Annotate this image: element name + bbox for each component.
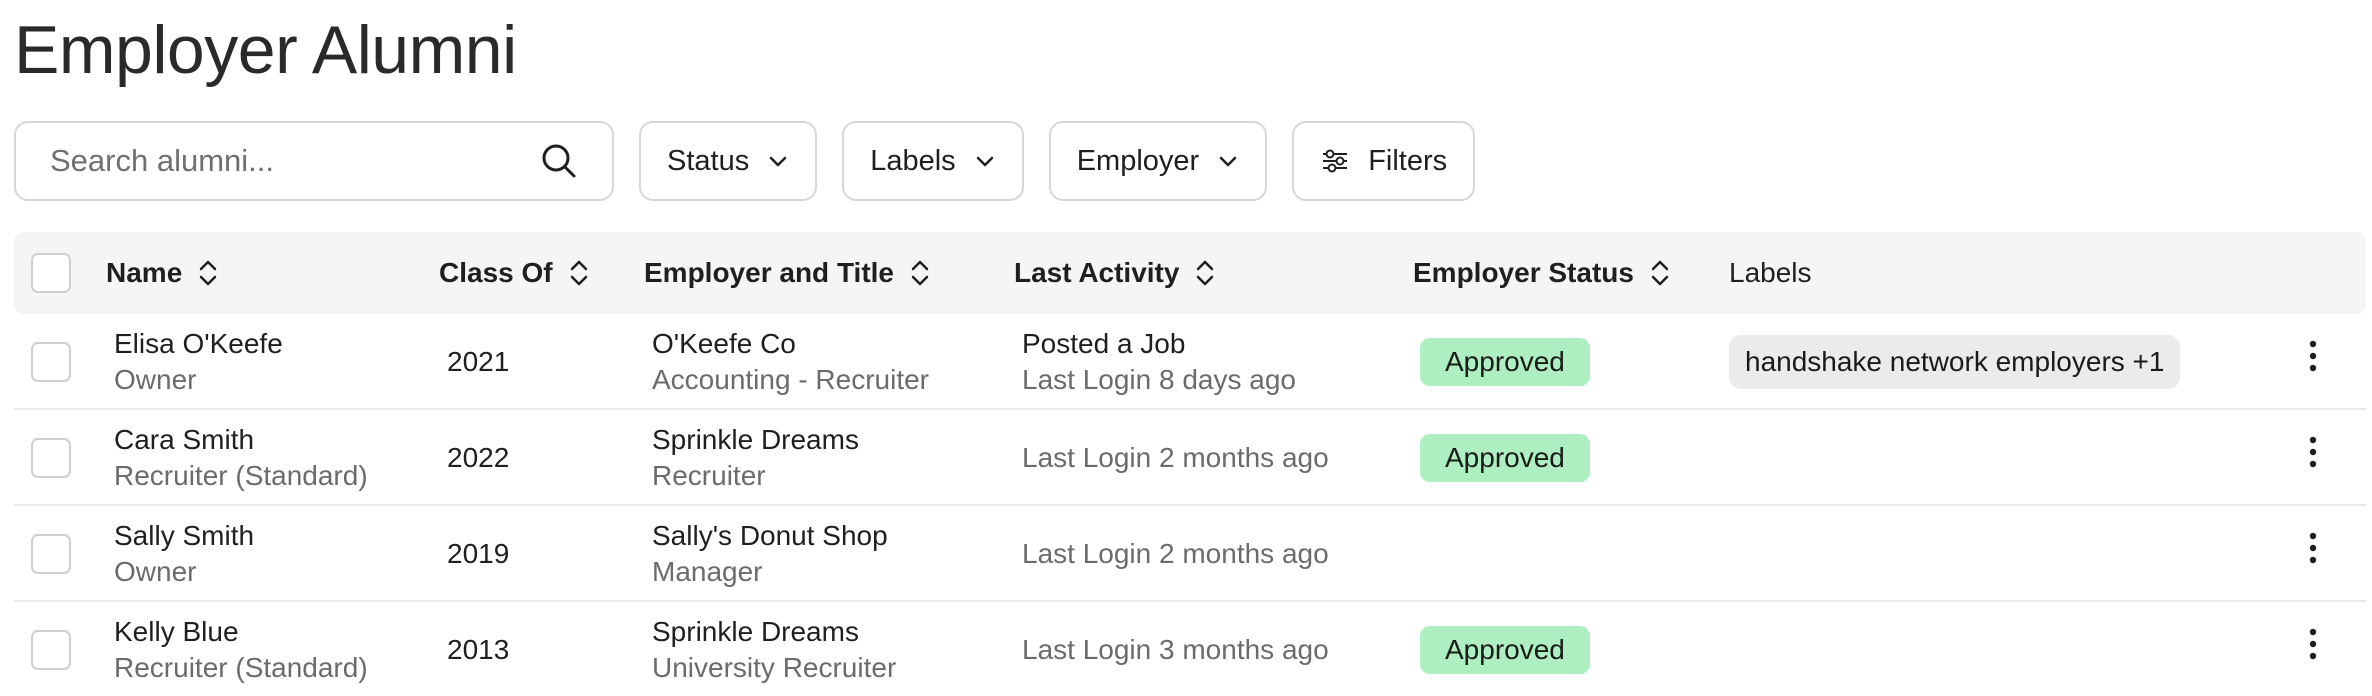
alumni-name[interactable]: Elisa O'Keefe bbox=[114, 326, 283, 362]
last-activity-cell: Last Login 3 months ago bbox=[1022, 634, 1329, 665]
name-cell: Elisa O'Keefe Owner bbox=[114, 326, 283, 398]
alumni-name[interactable]: Cara Smith bbox=[114, 422, 368, 458]
more-vertical-icon[interactable] bbox=[2297, 340, 2329, 384]
job-title: Accounting - Recruiter bbox=[652, 364, 930, 395]
activity-secondary: Last Login 8 days ago bbox=[1022, 364, 1296, 395]
employer-title-cell: O'Keefe Co Accounting - Recruiter bbox=[652, 326, 929, 398]
alumni-name[interactable]: Sally Smith bbox=[114, 518, 254, 554]
job-title: Manager bbox=[652, 556, 763, 587]
alumni-role: Owner bbox=[114, 364, 197, 395]
job-title: Recruiter bbox=[652, 460, 766, 491]
employer-filter-button[interactable]: Employer bbox=[1048, 121, 1268, 201]
status-badge: Approved bbox=[1420, 338, 1590, 386]
alumni-role: Owner bbox=[114, 556, 197, 587]
column-header-label: Labels bbox=[1729, 257, 1812, 288]
alumni-name[interactable]: Kelly Blue bbox=[114, 614, 368, 650]
name-cell: Kelly Blue Recruiter (Standard) bbox=[114, 614, 368, 686]
column-header-label: Employer Status bbox=[1413, 257, 1634, 288]
employer-name: Sprinkle Dreams bbox=[652, 424, 859, 455]
status-filter-label: Status bbox=[667, 144, 750, 177]
column-header-name[interactable]: Name bbox=[106, 232, 220, 314]
sort-icon[interactable] bbox=[908, 257, 932, 289]
search-box[interactable] bbox=[14, 121, 614, 201]
job-title: University Recruiter bbox=[652, 652, 897, 683]
filters-button-label: Filters bbox=[1368, 144, 1448, 177]
class-of-cell: 2022 bbox=[447, 442, 510, 473]
column-header-employer-status[interactable]: Employer Status bbox=[1413, 232, 1672, 314]
employer-title-cell: Sally's Donut Shop Manager bbox=[652, 518, 888, 590]
alumni-table: Name Class Of Employer and Title Last Ac… bbox=[14, 232, 2366, 696]
sort-icon[interactable] bbox=[1193, 257, 1217, 289]
toolbar: Status Labels Employer Filters bbox=[14, 121, 1476, 201]
status-badge: Approved bbox=[1420, 626, 1590, 674]
column-header-label: Employer and Title bbox=[644, 257, 894, 288]
name-cell: Cara Smith Recruiter (Standard) bbox=[114, 422, 368, 494]
select-all-checkbox[interactable] bbox=[31, 253, 71, 293]
table-header: Name Class Of Employer and Title Last Ac… bbox=[14, 232, 2366, 314]
employer-alumni-page: Employer Alumni Status Labels Employer F… bbox=[0, 0, 2372, 696]
status-badge: Approved bbox=[1420, 434, 1590, 482]
table-row[interactable]: Sally Smith Owner 2019 Sally's Donut Sho… bbox=[14, 506, 2366, 602]
column-header-label: Last Activity bbox=[1014, 257, 1180, 288]
activity-primary: Posted a Job bbox=[1022, 328, 1186, 359]
name-cell: Sally Smith Owner bbox=[114, 518, 254, 590]
employer-name: Sprinkle Dreams bbox=[652, 616, 859, 647]
more-vertical-icon[interactable] bbox=[2297, 628, 2329, 672]
more-vertical-icon[interactable] bbox=[2297, 436, 2329, 480]
sort-icon[interactable] bbox=[196, 257, 220, 289]
labels-filter-button[interactable]: Labels bbox=[842, 121, 1024, 201]
employer-title-cell: Sprinkle Dreams University Recruiter bbox=[652, 614, 896, 686]
sort-icon[interactable] bbox=[567, 257, 591, 289]
row-checkbox[interactable] bbox=[31, 438, 71, 478]
employer-filter-label: Employer bbox=[1076, 144, 1200, 177]
label-chip[interactable]: handshake network employers +1 bbox=[1729, 335, 2181, 389]
page-title: Employer Alumni bbox=[14, 12, 517, 88]
column-header-class-of[interactable]: Class Of bbox=[439, 232, 591, 314]
more-vertical-icon[interactable] bbox=[2297, 532, 2329, 576]
last-activity-cell: Last Login 2 months ago bbox=[1022, 538, 1329, 569]
sort-icon[interactable] bbox=[1648, 257, 1672, 289]
class-of-cell: 2021 bbox=[447, 346, 510, 377]
filters-button[interactable]: Filters bbox=[1292, 121, 1476, 201]
row-checkbox[interactable] bbox=[31, 342, 71, 382]
alumni-role: Recruiter (Standard) bbox=[114, 460, 368, 491]
search-input[interactable] bbox=[50, 143, 490, 179]
column-header-last-activity[interactable]: Last Activity bbox=[1014, 232, 1217, 314]
sliders-icon bbox=[1320, 146, 1350, 176]
chevron-down-icon bbox=[1217, 150, 1239, 172]
table-row[interactable]: Kelly Blue Recruiter (Standard) 2013 Spr… bbox=[14, 602, 2366, 696]
search-icon[interactable] bbox=[540, 142, 578, 180]
row-checkbox[interactable] bbox=[31, 534, 71, 574]
column-header-labels: Labels bbox=[1729, 232, 1812, 314]
table-row[interactable]: Elisa O'Keefe Owner 2021 O'Keefe Co Acco… bbox=[14, 314, 2366, 410]
chevron-down-icon bbox=[767, 150, 789, 172]
chevron-down-icon bbox=[974, 150, 996, 172]
employer-name: Sally's Donut Shop bbox=[652, 520, 888, 551]
column-header-label: Name bbox=[106, 257, 183, 288]
last-activity-cell: Posted a Job Last Login 8 days ago bbox=[1022, 326, 1296, 398]
employer-name: O'Keefe Co bbox=[652, 328, 796, 359]
row-checkbox[interactable] bbox=[31, 630, 71, 670]
employer-title-cell: Sprinkle Dreams Recruiter bbox=[652, 422, 859, 494]
class-of-cell: 2013 bbox=[447, 634, 510, 665]
alumni-role: Recruiter (Standard) bbox=[114, 652, 368, 683]
column-header-employer-title[interactable]: Employer and Title bbox=[644, 232, 932, 314]
table-row[interactable]: Cara Smith Recruiter (Standard) 2022 Spr… bbox=[14, 410, 2366, 506]
labels-filter-label: Labels bbox=[870, 144, 956, 177]
class-of-cell: 2019 bbox=[447, 538, 510, 569]
status-filter-button[interactable]: Status bbox=[639, 121, 818, 201]
column-header-label: Class Of bbox=[439, 257, 553, 288]
last-activity-cell: Last Login 2 months ago bbox=[1022, 442, 1329, 473]
